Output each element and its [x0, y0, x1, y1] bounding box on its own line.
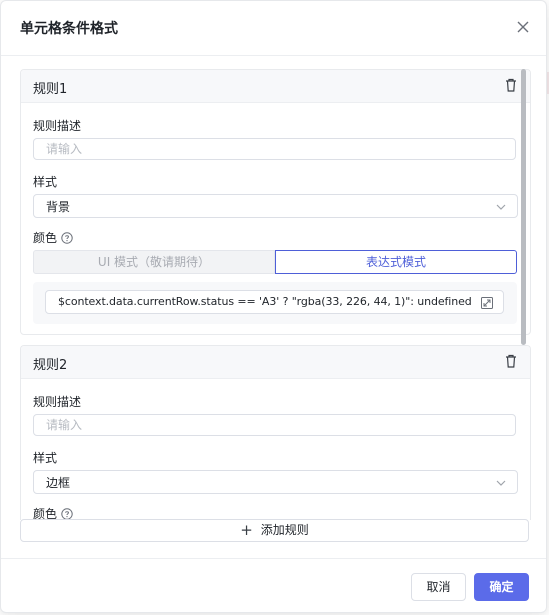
rule-card-1: 规则1 规则描述 样式 背景 颜色 UI 模式（敬请期待） 表达式模式 $con… [20, 69, 531, 335]
add-rule-button[interactable]: + 添加规则 [20, 519, 529, 542]
scrollbar-thumb[interactable] [521, 69, 526, 345]
mode-toggle: UI 模式（敬请期待） 表达式模式 [33, 250, 517, 274]
rule-card-2: 规则2 规则描述 样式 边框 颜色 [20, 345, 531, 520]
dialog-footer: 取消 确定 [1, 558, 546, 613]
ui-mode-button[interactable]: UI 模式（敬请期待） [33, 250, 275, 274]
description-label: 规则描述 [33, 395, 82, 409]
expression-mode-button[interactable]: 表达式模式 [275, 250, 517, 274]
description-input[interactable] [33, 138, 516, 160]
confirm-button[interactable]: 确定 [474, 573, 529, 601]
dialog-header: 单元格条件格式 [1, 1, 546, 56]
trash-icon[interactable] [503, 77, 519, 93]
expand-icon[interactable] [480, 295, 494, 309]
expression-field[interactable]: $context.data.currentRow.status == 'A3' … [45, 290, 504, 314]
rule-header: 规则1 [21, 70, 530, 103]
conditional-format-dialog: 单元格条件格式 规则1 规则描述 样式 背景 颜色 UI 模式（敬请期待） 表达… [0, 0, 547, 613]
color-label: 颜色 [33, 231, 58, 245]
close-icon[interactable] [513, 17, 533, 37]
style-select-value: 边框 [46, 476, 71, 490]
help-icon[interactable] [61, 232, 73, 244]
color-label-row: 颜色 [33, 229, 73, 246]
style-select[interactable]: 边框 [33, 470, 518, 494]
plus-icon: + [240, 521, 253, 539]
dialog-title: 单元格条件格式 [20, 21, 118, 37]
rule-header: 规则2 [21, 346, 530, 379]
add-rule-label: 添加规则 [260, 523, 309, 537]
style-select-value: 背景 [46, 200, 71, 214]
chevron-down-icon [494, 199, 508, 213]
expression-text: $context.data.currentRow.status == 'A3' … [58, 295, 472, 308]
chevron-down-icon [494, 475, 508, 489]
expression-panel: $context.data.currentRow.status == 'A3' … [33, 282, 517, 324]
description-label: 规则描述 [33, 119, 82, 133]
style-label: 样式 [33, 451, 58, 465]
rule-title: 规则2 [33, 358, 68, 373]
style-select[interactable]: 背景 [33, 194, 518, 218]
trash-icon[interactable] [503, 353, 519, 369]
description-input[interactable] [33, 414, 516, 436]
cancel-button[interactable]: 取消 [411, 573, 466, 601]
rule-title: 规则1 [33, 82, 68, 97]
style-label: 样式 [33, 175, 58, 189]
color-label-row: 颜色 [33, 505, 73, 520]
